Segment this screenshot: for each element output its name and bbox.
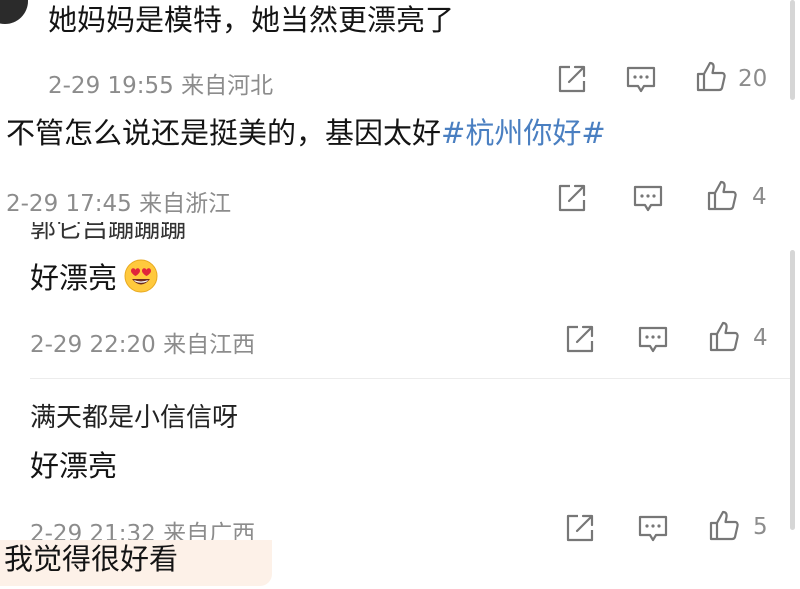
comment-icon[interactable] — [636, 511, 670, 545]
share-icon[interactable] — [563, 322, 597, 356]
comment-text: 好漂亮 — [30, 258, 159, 302]
comment-text: 不管怎么说还是挺美的，基因太好#杭州你好# — [6, 115, 606, 151]
comment-icon[interactable] — [631, 181, 665, 215]
avatar[interactable] — [0, 0, 28, 24]
comment-meta: 2-29 17:45 来自浙江 — [6, 184, 231, 218]
like-icon[interactable] — [707, 509, 741, 543]
comment-meta: 2-29 22:20 来自江西 — [30, 325, 255, 359]
reply-author[interactable]: 满天都是小信信呀 — [30, 400, 238, 436]
like-icon[interactable] — [705, 179, 739, 213]
comment-text: 好漂亮 — [30, 449, 118, 483]
comment-body: 不管怎么说还是挺美的，基因太好 — [6, 116, 442, 150]
comment-time: 2-29 19:55 — [48, 73, 174, 99]
comment-icon[interactable] — [624, 62, 658, 96]
hashtag-link[interactable]: #杭州你好# — [441, 116, 606, 150]
comment-location: 来自江西 — [163, 332, 256, 358]
comment-text: 我觉得很好看 — [4, 542, 179, 576]
share-icon[interactable] — [555, 62, 589, 96]
like-icon[interactable] — [694, 60, 728, 94]
comment-text: 她妈妈是模特，她当然更漂亮了 — [48, 3, 455, 37]
scrollbar[interactable] — [790, 250, 795, 530]
comment-icon[interactable] — [636, 322, 670, 356]
comment-body: 好漂亮 — [30, 261, 118, 295]
like-count: 5 — [753, 514, 768, 540]
comment-meta: 2-29 19:55 来自河北 — [48, 66, 273, 100]
comment-location: 来自浙江 — [139, 191, 232, 217]
comment-time: 2-29 17:45 — [6, 191, 132, 217]
like-icon[interactable] — [707, 320, 741, 354]
like-count: 4 — [753, 325, 768, 351]
reply-author-clipped: 郭它吕蹦蹦蹦 — [30, 222, 187, 240]
comment-location: 来自河北 — [181, 73, 274, 99]
like-count: 20 — [738, 66, 768, 92]
comment-time: 2-29 22:20 — [30, 332, 156, 358]
share-icon[interactable] — [563, 511, 597, 545]
divider — [30, 378, 790, 379]
scrollbar[interactable] — [790, 0, 795, 100]
heart-eyes-emoji — [123, 258, 159, 302]
like-count: 4 — [752, 184, 767, 210]
share-icon[interactable] — [555, 181, 589, 215]
